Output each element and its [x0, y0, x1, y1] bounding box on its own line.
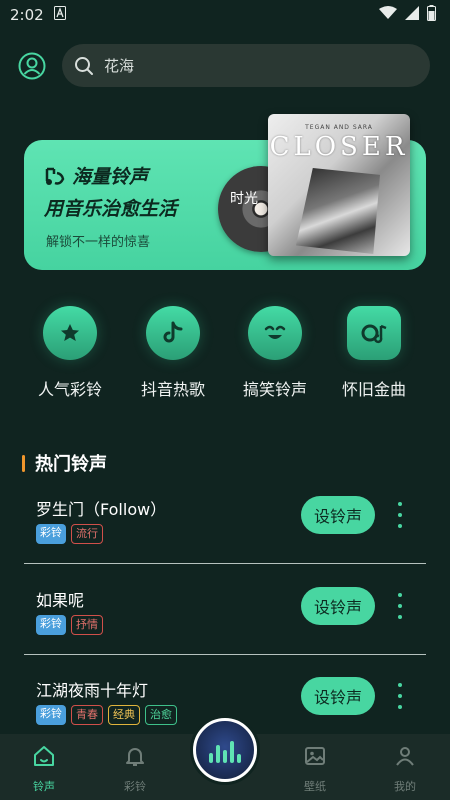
- search-icon: [75, 56, 93, 75]
- tag-badge: 经典: [108, 705, 140, 725]
- wifi-icon: [379, 6, 397, 24]
- tab-ringtones[interactable]: 铃声: [14, 744, 74, 794]
- home-icon: [34, 746, 54, 766]
- set-ringtone-button[interactable]: 设铃声: [301, 496, 375, 534]
- tag-badge: 青春: [71, 705, 103, 725]
- now-playing-button[interactable]: [193, 718, 257, 782]
- funny-face-icon: [248, 306, 302, 360]
- image-icon: [305, 747, 325, 765]
- signal-icon: [405, 6, 419, 24]
- tiktok-icon: [146, 306, 200, 360]
- tag-badge: 治愈: [145, 705, 177, 725]
- category-popular[interactable]: 人气彩铃: [20, 306, 120, 400]
- category-row: 人气彩铃 抖音热歌 搞笑铃声 怀旧金曲: [0, 306, 450, 406]
- category-funny[interactable]: 搞笑铃声: [225, 306, 325, 400]
- status-bar: 2:02: [0, 0, 450, 30]
- cover-title: CLOSER: [269, 132, 409, 162]
- category-douyin[interactable]: 抖音热歌: [123, 306, 223, 400]
- song-title: 如果呢: [36, 591, 85, 610]
- battery-icon: [427, 5, 436, 25]
- tag-badge: 彩铃: [36, 705, 66, 725]
- tab-mine[interactable]: 我的: [375, 744, 435, 794]
- song-tags: 彩铃 抒情: [36, 615, 103, 635]
- song-title: 江湖夜雨十年灯: [36, 681, 149, 700]
- more-options-icon[interactable]: [392, 593, 408, 619]
- section-title: 热门铃声: [22, 450, 107, 476]
- tag-badge: 流行: [71, 524, 103, 544]
- banner-caption: 解锁不一样的惊喜: [46, 235, 151, 250]
- user-icon: [396, 747, 414, 766]
- category-classic[interactable]: 怀旧金曲: [324, 306, 424, 400]
- list-item[interactable]: 罗生门（Follow） 彩铃 流行 设铃声: [24, 492, 426, 582]
- song-title: 罗生门（Follow）: [36, 500, 167, 519]
- divider: [24, 654, 426, 655]
- music-logo-icon: [45, 167, 65, 185]
- set-ringtone-button[interactable]: 设铃声: [301, 677, 375, 715]
- top-bar: 花海: [0, 44, 450, 88]
- status-time: 2:02: [10, 6, 44, 24]
- more-options-icon[interactable]: [392, 683, 408, 709]
- search-input[interactable]: 花海: [62, 44, 430, 87]
- set-ringtone-button[interactable]: 设铃声: [301, 587, 375, 625]
- notification-a-icon: [53, 6, 66, 24]
- disc-title: 时光: [230, 191, 258, 207]
- bell-icon: [126, 748, 144, 766]
- album-cover-image: TEGAN AND SARA CLOSER: [268, 114, 410, 256]
- medal-star-icon: [43, 306, 97, 360]
- song-tags: 彩铃 青春 经典 治愈: [36, 705, 177, 725]
- tag-badge: 彩铃: [36, 524, 66, 544]
- tag-badge: 彩铃: [36, 615, 66, 635]
- tab-color-ringtones[interactable]: 彩铃: [105, 744, 165, 794]
- list-item[interactable]: 如果呢 彩铃 抒情 设铃声: [24, 583, 426, 673]
- cover-subtitle: TEGAN AND SARA: [305, 124, 373, 131]
- search-query: 花海: [104, 57, 135, 75]
- section-accent-bar: [22, 454, 25, 472]
- tab-wallpaper[interactable]: 壁纸: [285, 744, 345, 794]
- tag-badge: 抒情: [71, 615, 103, 635]
- divider: [24, 563, 426, 564]
- radio-note-icon: [347, 306, 401, 360]
- user-circle-icon: [18, 52, 46, 80]
- more-options-icon[interactable]: [392, 502, 408, 528]
- banner-headline: 海量铃声: [44, 162, 148, 189]
- banner-subheadline: 用音乐治愈生活: [44, 198, 178, 220]
- cover-art: [296, 168, 380, 254]
- profile-button[interactable]: [18, 52, 46, 80]
- song-tags: 彩铃 流行: [36, 524, 103, 544]
